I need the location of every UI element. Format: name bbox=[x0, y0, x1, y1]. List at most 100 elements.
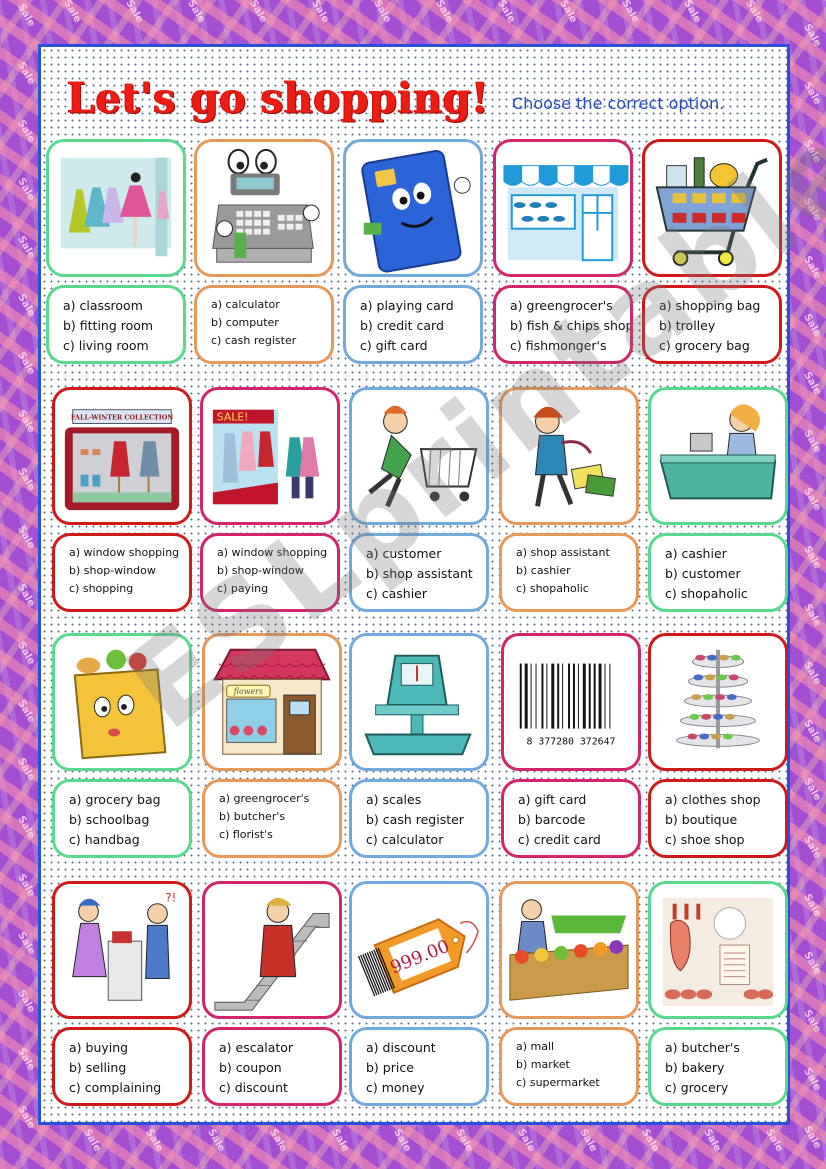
picture-card: 999.00 bbox=[349, 881, 489, 1019]
picture-card: flowers bbox=[202, 633, 342, 771]
answer-option-b[interactable]: b) computer bbox=[211, 314, 331, 332]
answer-option-c[interactable]: c) cashier bbox=[366, 584, 486, 604]
answer-option-c[interactable]: c) paying bbox=[217, 580, 337, 598]
answer-option-b[interactable]: b) schoolbag bbox=[69, 810, 189, 830]
sale-tag-text: Sale bbox=[801, 312, 823, 339]
answer-option-c[interactable]: c) complaining bbox=[69, 1078, 189, 1098]
answer-option-c[interactable]: c) florist's bbox=[219, 826, 339, 844]
answer-option-a[interactable]: a) classroom bbox=[63, 296, 183, 316]
grocery-bag-illustration bbox=[55, 636, 189, 768]
answer-option-c[interactable]: c) credit card bbox=[518, 830, 638, 850]
sale-tag-text: Sale bbox=[15, 466, 37, 493]
worksheet-panel: Let's go shopping! Choose the correct op… bbox=[38, 0, 826, 1125]
picture-card bbox=[499, 881, 639, 1019]
answer-option-c[interactable]: c) grocery bbox=[665, 1078, 785, 1098]
answer-option-b[interactable]: b) shop assistant bbox=[366, 564, 486, 584]
sale-tag-text: Sale bbox=[801, 602, 823, 629]
credit-card-illustration bbox=[346, 142, 480, 274]
answer-option-b[interactable]: b) customer bbox=[665, 564, 785, 584]
fitting-room-illustration bbox=[49, 142, 183, 274]
sale-tag-text: Sale bbox=[801, 428, 823, 455]
answer-option-b[interactable]: b) cashier bbox=[516, 562, 636, 580]
answer-options-card: a) shop assistant b) cashier c) shopaholic bbox=[499, 533, 639, 612]
answer-option-b[interactable]: b) shop-window bbox=[69, 562, 189, 580]
answer-option-a[interactable]: a) gift card bbox=[518, 790, 638, 810]
shopaholic-illustration bbox=[502, 390, 636, 522]
answer-option-a[interactable]: a) discount bbox=[366, 1038, 486, 1058]
svg-text:SALE!: SALE! bbox=[217, 411, 249, 424]
sale-tag-text: Sale bbox=[15, 234, 37, 261]
answer-option-a[interactable]: a) cashier bbox=[665, 544, 785, 564]
answer-option-a[interactable]: a) window shopping bbox=[217, 544, 337, 562]
answer-option-b[interactable]: b) bakery bbox=[665, 1058, 785, 1078]
svg-text:8 377280 372647: 8 377280 372647 bbox=[527, 736, 616, 747]
answer-option-b[interactable]: b) butcher's bbox=[219, 808, 339, 826]
answer-option-a[interactable]: a) window shopping bbox=[69, 544, 189, 562]
answer-option-a[interactable]: a) calculator bbox=[211, 296, 331, 314]
answer-options-card: a) shopping bag b) trolley c) grocery bag bbox=[642, 285, 782, 364]
answer-option-c[interactable]: c) grocery bag bbox=[659, 336, 779, 356]
answer-option-a[interactable]: a) escalator bbox=[219, 1038, 339, 1058]
answer-option-a[interactable]: a) greengrocer's bbox=[219, 790, 339, 808]
answer-option-a[interactable]: a) grocery bag bbox=[69, 790, 189, 810]
answer-option-b[interactable]: b) barcode bbox=[518, 810, 638, 830]
svg-text:flowers: flowers bbox=[233, 687, 263, 696]
answer-option-a[interactable]: a) shop assistant bbox=[516, 544, 636, 562]
answer-option-b[interactable]: b) selling bbox=[69, 1058, 189, 1078]
escalator-illustration bbox=[205, 884, 339, 1016]
sale-tag-text: Sale bbox=[15, 640, 37, 667]
answer-option-c[interactable]: c) living room bbox=[63, 336, 183, 356]
answer-option-b[interactable]: b) boutique bbox=[665, 810, 785, 830]
answer-option-c[interactable]: c) cash register bbox=[211, 332, 331, 350]
answer-option-b[interactable]: b) fitting room bbox=[63, 316, 183, 336]
answer-option-b[interactable]: b) fish & chips shop bbox=[510, 316, 630, 336]
answer-options-card: a) gift card b) barcode c) credit card bbox=[501, 779, 641, 858]
answer-option-b[interactable]: b) market bbox=[516, 1056, 636, 1074]
answer-option-c[interactable]: c) fishmonger's bbox=[510, 336, 630, 356]
answer-option-a[interactable]: a) customer bbox=[366, 544, 486, 564]
answer-option-c[interactable]: c) shopping bbox=[69, 580, 189, 598]
answer-option-b[interactable]: b) credit card bbox=[360, 316, 480, 336]
answer-option-c[interactable]: c) money bbox=[366, 1078, 486, 1098]
sale-tag-text: Sale bbox=[557, 0, 579, 25]
window-shopping-illustration: SALE! bbox=[203, 390, 337, 522]
answer-option-a[interactable]: a) greengrocer's bbox=[510, 296, 630, 316]
answer-option-c[interactable]: c) supermarket bbox=[516, 1074, 636, 1092]
sale-tag-text: Sale bbox=[391, 1127, 413, 1154]
picture-card bbox=[493, 139, 633, 277]
answer-option-b[interactable]: b) cash register bbox=[366, 810, 486, 830]
answer-options-card: a) customer b) shop assistant c) cashier bbox=[349, 533, 489, 612]
sale-tag-text: Sale bbox=[15, 292, 37, 319]
answer-option-a[interactable]: a) mall bbox=[516, 1038, 636, 1056]
sale-tag-text: Sale bbox=[267, 1127, 289, 1154]
answer-options-card: a) cashier b) customer c) shopaholic bbox=[648, 533, 788, 612]
answer-option-b[interactable]: b) price bbox=[366, 1058, 486, 1078]
answer-option-c[interactable]: c) shopaholic bbox=[516, 580, 636, 598]
sale-tag-text: Sale bbox=[801, 80, 823, 107]
butcher-shop-illustration bbox=[651, 884, 785, 1016]
sale-tag-text: Sale bbox=[329, 1127, 351, 1154]
sale-tag-text: Sale bbox=[681, 0, 703, 25]
answer-option-a[interactable]: a) scales bbox=[366, 790, 486, 810]
answer-option-c[interactable]: c) calculator bbox=[366, 830, 486, 850]
answer-option-c[interactable]: c) gift card bbox=[360, 336, 480, 356]
sale-tag-text: Sale bbox=[15, 350, 37, 377]
answer-option-a[interactable]: a) shopping bag bbox=[659, 296, 779, 316]
answer-option-b[interactable]: b) shop-window bbox=[217, 562, 337, 580]
answer-option-b[interactable]: b) coupon bbox=[219, 1058, 339, 1078]
sale-tag-text: Sale bbox=[619, 0, 641, 25]
answer-option-a[interactable]: a) butcher's bbox=[665, 1038, 785, 1058]
answer-option-a[interactable]: a) clothes shop bbox=[665, 790, 785, 810]
answer-option-c[interactable]: c) shoe shop bbox=[665, 830, 785, 850]
answer-option-c[interactable]: c) shopaholic bbox=[665, 584, 785, 604]
cash-register-illustration bbox=[197, 142, 331, 274]
answer-option-a[interactable]: a) buying bbox=[69, 1038, 189, 1058]
answer-option-c[interactable]: c) handbag bbox=[69, 830, 189, 850]
sale-tag-text: Sale bbox=[801, 776, 823, 803]
sale-tag-text: Sale bbox=[15, 1046, 37, 1073]
answer-options-card: a) escalator b) coupon c) discount bbox=[202, 1027, 342, 1106]
answer-option-c[interactable]: c) discount bbox=[219, 1078, 339, 1098]
answer-option-b[interactable]: b) trolley bbox=[659, 316, 779, 336]
sale-tag-text: Sale bbox=[801, 660, 823, 687]
answer-option-a[interactable]: a) playing card bbox=[360, 296, 480, 316]
